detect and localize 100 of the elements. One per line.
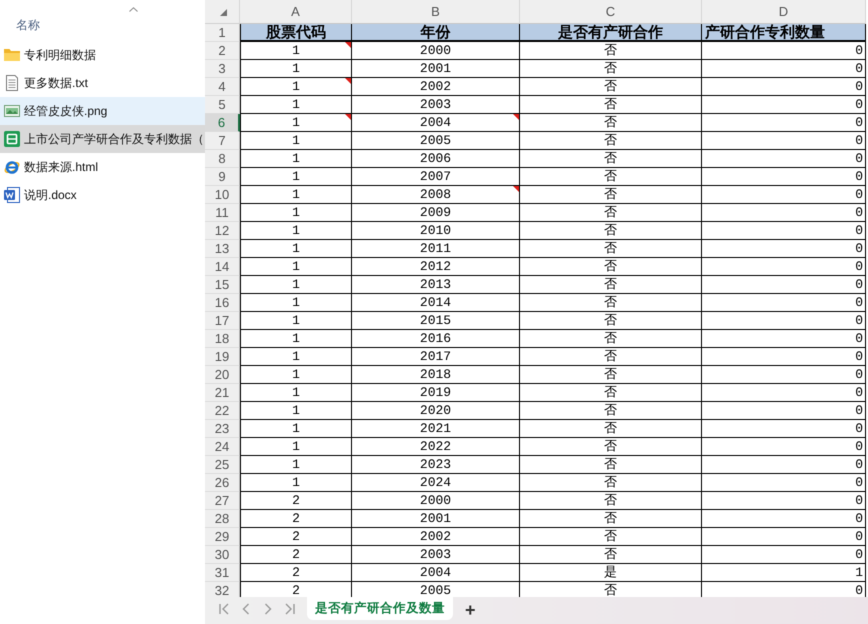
cell-value: 0: [855, 278, 863, 291]
file-item[interactable]: 数据来源.html: [0, 153, 205, 181]
cell-value: 1: [292, 314, 300, 327]
web-file-icon: [4, 159, 20, 175]
cell-value: 1: [292, 440, 300, 453]
cell-value: 否: [604, 116, 617, 129]
chevron-right-icon[interactable]: [263, 603, 273, 615]
row-header[interactable]: 32: [205, 582, 240, 597]
row-header[interactable]: 8: [205, 150, 240, 168]
spreadsheet-file-icon: [4, 131, 20, 147]
file-item[interactable]: 说明.docx: [0, 181, 205, 209]
row-header[interactable]: 2: [205, 42, 240, 60]
row-header[interactable]: 13: [205, 240, 240, 258]
row-header[interactable]: 11: [205, 204, 240, 222]
image-file-icon: [4, 103, 20, 119]
cell-value: 否: [604, 188, 617, 201]
row-header[interactable]: 28: [205, 510, 240, 528]
row-header[interactable]: 24: [205, 438, 240, 456]
row-header[interactable]: 1: [205, 24, 240, 42]
cell-value: 2014: [420, 296, 452, 309]
sort-caret-icon[interactable]: [129, 7, 138, 12]
cell-value: 0: [855, 314, 863, 327]
row-header[interactable]: 21: [205, 384, 240, 402]
column-header[interactable]: B: [352, 0, 520, 24]
row-header[interactable]: 3: [205, 60, 240, 78]
cell-value: 否: [604, 80, 617, 93]
row-header[interactable]: 25: [205, 456, 240, 474]
chevron-bar-right-icon[interactable]: [285, 603, 295, 615]
cell-value: 2: [292, 512, 300, 525]
row-header[interactable]: 22: [205, 402, 240, 420]
row-header[interactable]: 12: [205, 222, 240, 240]
row-header[interactable]: 26: [205, 474, 240, 492]
sheet-tab[interactable]: 是否有产研合作及数量: [307, 597, 453, 620]
cell-value: 否: [604, 152, 617, 165]
cell-value: 2008: [420, 188, 452, 201]
file-item[interactable]: 更多数据.txt: [0, 69, 205, 97]
cell-value: 1: [292, 134, 300, 147]
row-header[interactable]: 17: [205, 312, 240, 330]
cell-value: 2016: [420, 332, 452, 345]
row-header[interactable]: 19: [205, 348, 240, 366]
cell-value: 0: [855, 476, 863, 489]
row-header[interactable]: 31: [205, 564, 240, 582]
corner-triangle-icon[interactable]: [220, 9, 226, 16]
row-header[interactable]: 16: [205, 294, 240, 312]
cell-value: 2022: [420, 440, 452, 453]
chevron-left-icon[interactable]: [241, 603, 251, 615]
row-header[interactable]: 5: [205, 96, 240, 114]
cell-value: 2005: [420, 134, 452, 147]
cell-value: 否: [604, 422, 617, 435]
row-header[interactable]: 14: [205, 258, 240, 276]
cell-value: 1: [292, 188, 300, 201]
cell-value: 2009: [420, 206, 452, 219]
row-header[interactable]: 6: [205, 114, 240, 132]
column-header[interactable]: C: [520, 0, 702, 24]
column-header[interactable]: D: [702, 0, 866, 24]
row-header[interactable]: 4: [205, 78, 240, 96]
file-item[interactable]: 上市公司产学研合作及专利数据（: [0, 125, 205, 153]
cell-value: 0: [855, 440, 863, 453]
cell-value: 否: [604, 476, 617, 489]
cell-value: 否: [604, 314, 617, 327]
row-header[interactable]: 20: [205, 366, 240, 384]
cell-value: 0: [855, 134, 863, 147]
cell-value: 1: [292, 296, 300, 309]
cell-value: 0: [855, 188, 863, 201]
file-item[interactable]: 经管皮皮侠.png: [0, 97, 205, 125]
row-header[interactable]: 30: [205, 546, 240, 564]
cell-value: 1: [292, 80, 300, 93]
cell-value: 2000: [420, 494, 452, 507]
row-header[interactable]: 9: [205, 168, 240, 186]
cell-value: 0: [855, 332, 863, 345]
cell-value: 2003: [420, 98, 452, 111]
row-header[interactable]: 18: [205, 330, 240, 348]
cell-value: 2023: [420, 458, 452, 471]
cell-value: 2: [292, 548, 300, 561]
row-header[interactable]: 27: [205, 492, 240, 510]
cell-value: 1: [292, 116, 300, 129]
add-sheet-button[interactable]: +: [461, 600, 480, 620]
cell-value: 2021: [420, 422, 452, 435]
row-header[interactable]: 23: [205, 420, 240, 438]
file-item[interactable]: 专利明细数据: [0, 41, 205, 69]
cell-value: 2007: [420, 170, 452, 183]
cell-value: 1: [292, 44, 300, 57]
cell-value: 2005: [420, 584, 452, 597]
cell-value: 2013: [420, 278, 452, 291]
cell-value: 1: [292, 458, 300, 471]
cell-value: 否: [604, 386, 617, 399]
row-header[interactable]: 7: [205, 132, 240, 150]
column-header[interactable]: A: [240, 0, 352, 24]
cell-value: 0: [855, 584, 863, 597]
row-header[interactable]: 10: [205, 186, 240, 204]
bar-chevron-left-icon[interactable]: [219, 603, 229, 615]
row-header[interactable]: 29: [205, 528, 240, 546]
cell-value: 1: [292, 242, 300, 255]
row-header[interactable]: 15: [205, 276, 240, 294]
cell-value: 2001: [420, 512, 452, 525]
cell-value: 是: [604, 566, 617, 579]
column-header[interactable]: 名称: [16, 17, 40, 33]
cell-value: 1: [855, 566, 863, 579]
cell-value: 0: [855, 224, 863, 237]
cell-value: 0: [855, 530, 863, 543]
